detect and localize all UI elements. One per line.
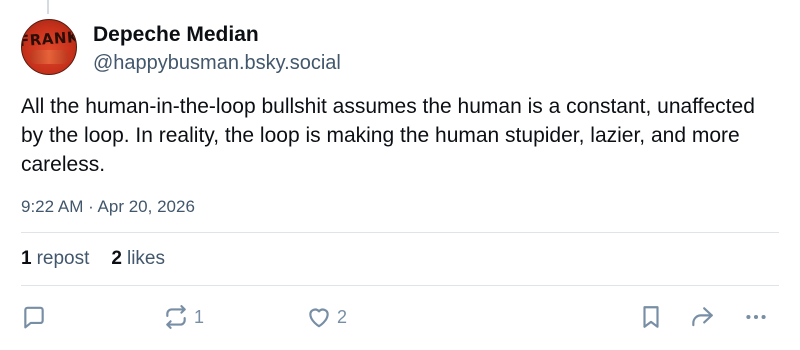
author-handle[interactable]: @happybusman.bsky.social xyxy=(93,50,341,76)
engagement-stats: 1 repost 2 likes xyxy=(21,233,779,285)
avatar[interactable]: FRANK xyxy=(21,19,77,75)
reposts-stat[interactable]: 1 repost xyxy=(21,248,89,270)
share-icon xyxy=(692,307,713,327)
post-actions: 1 2 xyxy=(21,300,779,334)
post-timestamp[interactable]: 9:22 AM · Apr 20, 2026 xyxy=(21,196,779,218)
like-count: 2 xyxy=(337,306,348,327)
repost-button[interactable]: 1 xyxy=(163,300,204,334)
likes-label: likes xyxy=(126,248,165,269)
post-header: FRANK Depeche Median @happybusman.bsky.s… xyxy=(21,19,779,79)
author-names: Depeche Median @happybusman.bsky.social xyxy=(93,19,341,76)
repost-count: 1 xyxy=(194,306,205,327)
more-options-icon xyxy=(746,314,766,320)
bookmark-icon xyxy=(643,306,659,328)
post-text: All the human-in-the-loop bullshit assum… xyxy=(21,95,755,176)
likes-stat[interactable]: 2 likes xyxy=(111,248,165,270)
like-button[interactable]: 2 xyxy=(306,300,347,334)
share-button[interactable] xyxy=(689,300,715,334)
author-display-name[interactable]: Depeche Median xyxy=(93,22,341,48)
bookmark-button[interactable] xyxy=(638,300,664,334)
likes-count: 2 xyxy=(111,248,122,269)
reply-icon xyxy=(24,306,44,329)
repost-icon xyxy=(166,305,186,329)
post: FRANK Depeche Median @happybusman.bsky.s… xyxy=(21,19,779,329)
reply-button[interactable] xyxy=(21,300,47,334)
heart-icon xyxy=(309,308,329,328)
reposts-label: repost xyxy=(36,248,90,269)
more-options-button[interactable] xyxy=(743,300,769,334)
thread-connector-line xyxy=(47,0,49,14)
avatar-logo-text: FRANK xyxy=(21,27,77,51)
reposts-count: 1 xyxy=(21,248,32,269)
avatar-decoration xyxy=(30,50,68,64)
divider xyxy=(21,285,779,286)
